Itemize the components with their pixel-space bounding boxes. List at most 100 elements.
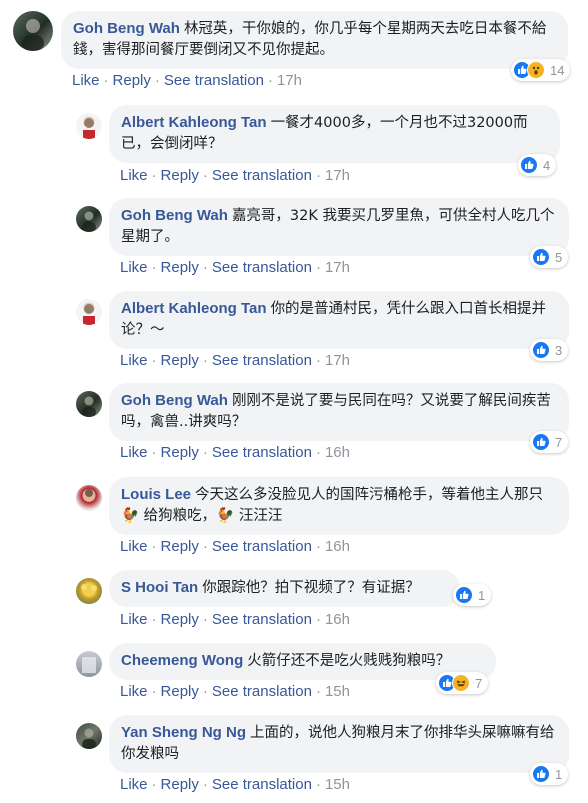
comment-bubble: Goh Beng Wah 刚刚不是说了要与民同在吗？又说要了解民间疾苦吗，禽兽..… xyxy=(109,383,569,441)
avatar[interactable] xyxy=(76,651,102,677)
comment-author[interactable]: Albert Kahleong Tan xyxy=(121,114,267,131)
reaction-summary[interactable]: 4 xyxy=(518,154,557,176)
separator: · xyxy=(151,538,157,555)
avatar[interactable] xyxy=(76,299,102,325)
separator: · xyxy=(315,538,321,555)
reaction-summary[interactable]: 1 xyxy=(530,763,569,785)
like-link[interactable]: Like xyxy=(72,72,100,89)
see-translation-link[interactable]: See translation xyxy=(212,611,312,628)
avatar[interactable] xyxy=(13,11,53,51)
separator: · xyxy=(315,683,321,700)
like-icon xyxy=(455,586,473,604)
avatar-photo-icon xyxy=(82,728,96,749)
comment-bubble: Yan Sheng Ng Ng 上面的，说他人狗粮月末了你排华头屎嘛嘛有给你发粮吗 xyxy=(109,715,569,773)
reaction-summary[interactable]: 5 xyxy=(530,246,569,268)
separator: · xyxy=(315,444,321,461)
timestamp[interactable]: 16h xyxy=(325,538,350,555)
separator: · xyxy=(267,72,273,89)
reply-link[interactable]: Reply xyxy=(161,776,199,793)
see-translation-link[interactable]: See translation xyxy=(212,776,312,793)
avatar[interactable] xyxy=(76,723,102,749)
like-link[interactable]: Like xyxy=(120,444,148,461)
like-link[interactable]: Like xyxy=(120,538,148,555)
comment-actions: Like · Reply · See translation · 16h xyxy=(120,538,350,555)
avatar-photo-icon xyxy=(22,19,44,51)
see-translation-link[interactable]: See translation xyxy=(212,683,312,700)
avatar[interactable] xyxy=(76,113,102,139)
separator: · xyxy=(151,444,157,461)
reaction-summary[interactable]: 7 xyxy=(436,672,489,694)
like-link[interactable]: Like xyxy=(120,683,148,700)
comment-author[interactable]: S Hooi Tan xyxy=(121,579,198,596)
separator: · xyxy=(202,352,208,369)
like-link[interactable]: Like xyxy=(120,611,148,628)
timestamp[interactable]: 17h xyxy=(325,259,350,276)
comment-actions: Like · Reply · See translation · 16h xyxy=(120,444,350,461)
see-translation-link[interactable]: See translation xyxy=(212,259,312,276)
comment-author[interactable]: Goh Beng Wah xyxy=(73,20,180,37)
comment-author[interactable]: Goh Beng Wah xyxy=(121,392,228,409)
reply-link[interactable]: Reply xyxy=(161,352,199,369)
avatar[interactable] xyxy=(76,391,102,417)
reaction-count: 3 xyxy=(555,342,563,358)
separator: · xyxy=(315,352,321,369)
comment-actions: Like · Reply · See translation · 16h xyxy=(120,611,350,628)
separator: · xyxy=(154,72,160,89)
see-translation-link[interactable]: See translation xyxy=(212,352,312,369)
avatar-photo-icon xyxy=(83,304,95,325)
separator: · xyxy=(151,167,157,184)
timestamp[interactable]: 17h xyxy=(325,352,350,369)
like-link[interactable]: Like xyxy=(120,259,148,276)
separator: · xyxy=(202,444,208,461)
like-link[interactable]: Like xyxy=(120,776,148,793)
like-link[interactable]: Like xyxy=(120,352,148,369)
avatar[interactable] xyxy=(76,485,102,511)
reaction-summary[interactable]: 1 xyxy=(453,584,492,606)
comment-actions: Like · Reply · See translation · 17h xyxy=(120,352,350,369)
like-icon xyxy=(532,248,550,266)
reaction-summary[interactable]: 7 xyxy=(530,431,569,453)
reply-link[interactable]: Reply xyxy=(161,538,199,555)
reply-link[interactable]: Reply xyxy=(161,259,199,276)
comment-actions: Like · Reply · See translation · 17h xyxy=(120,167,350,184)
reaction-count: 5 xyxy=(555,249,563,265)
see-translation-link[interactable]: See translation xyxy=(212,538,312,555)
avatar-photo-icon xyxy=(85,489,93,497)
separator: · xyxy=(151,352,157,369)
see-translation-link[interactable]: See translation xyxy=(164,72,264,89)
comment-author[interactable]: Cheemeng Wong xyxy=(121,652,243,669)
avatar[interactable] xyxy=(76,578,102,604)
timestamp[interactable]: 17h xyxy=(277,72,302,89)
separator: · xyxy=(202,776,208,793)
avatar[interactable] xyxy=(76,206,102,232)
reaction-count: 1 xyxy=(555,766,563,782)
reaction-summary[interactable]: 3 xyxy=(530,339,569,361)
comment-author[interactable]: Albert Kahleong Tan xyxy=(121,300,267,317)
comment-bubble: Louis Lee 今天这么多没脸见人的国阵污桶枪手，等着他主人那只 🐓 给狗粮吃… xyxy=(109,477,569,535)
separator: · xyxy=(315,259,321,276)
reaction-summary[interactable]: 14 xyxy=(511,59,571,81)
comment-author[interactable]: Goh Beng Wah xyxy=(121,207,228,224)
timestamp[interactable]: 17h xyxy=(325,167,350,184)
like-link[interactable]: Like xyxy=(120,167,148,184)
comment-bubble: Goh Beng Wah 林冠英，干你娘的，你几乎每个星期两天去吃日本餐不給錢，害… xyxy=(61,11,568,69)
see-translation-link[interactable]: See translation xyxy=(212,444,312,461)
timestamp[interactable]: 15h xyxy=(325,683,350,700)
reaction-count: 1 xyxy=(478,587,486,603)
reply-link[interactable]: Reply xyxy=(161,444,199,461)
comment-bubble: S Hooi Tan 你跟踪他？拍下视频了？有证据？ xyxy=(109,570,460,607)
timestamp[interactable]: 16h xyxy=(325,611,350,628)
reply-link[interactable]: Reply xyxy=(161,167,199,184)
see-translation-link[interactable]: See translation xyxy=(212,167,312,184)
timestamp[interactable]: 16h xyxy=(325,444,350,461)
timestamp[interactable]: 15h xyxy=(325,776,350,793)
reaction-count: 14 xyxy=(550,62,565,78)
avatar-photo-icon xyxy=(82,396,96,417)
reply-link[interactable]: Reply xyxy=(161,683,199,700)
separator: · xyxy=(315,611,321,628)
comment-author[interactable]: Yan Sheng Ng Ng xyxy=(121,724,246,741)
comment-author[interactable]: Louis Lee xyxy=(121,486,191,503)
reply-link[interactable]: Reply xyxy=(113,72,151,89)
reply-link[interactable]: Reply xyxy=(161,611,199,628)
reaction-count: 4 xyxy=(543,157,551,173)
